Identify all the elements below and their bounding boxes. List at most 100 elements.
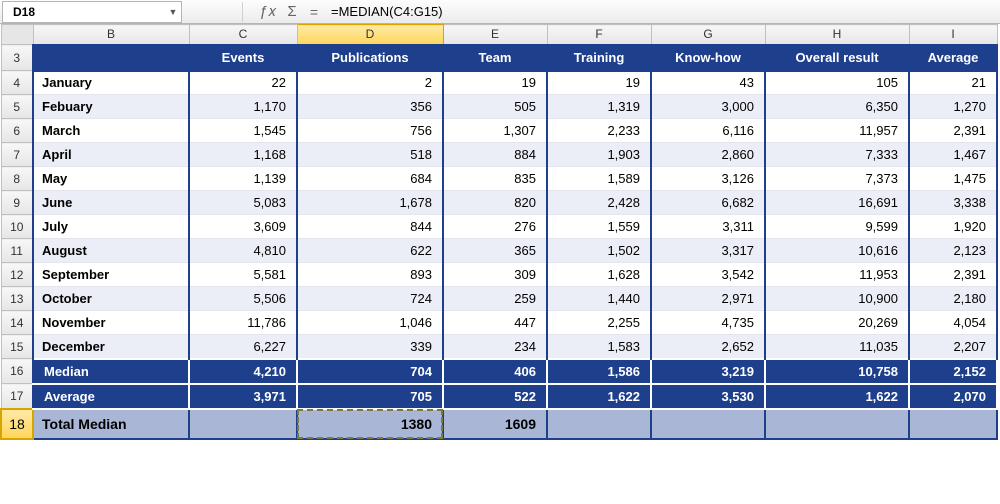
total-median-label[interactable]: Total Median [33, 409, 189, 439]
summary-label[interactable]: Average [33, 384, 189, 409]
data-cell[interactable]: 2,652 [651, 335, 765, 359]
data-cell[interactable]: 1,046 [297, 311, 443, 335]
data-cell[interactable]: 1,920 [909, 215, 997, 239]
month-cell[interactable]: Febuary [33, 95, 189, 119]
total-median-cell[interactable]: 1609 [443, 409, 547, 439]
data-cell[interactable]: 7,373 [765, 167, 909, 191]
data-cell[interactable]: 105 [765, 71, 909, 95]
row-header-17[interactable]: 17 [1, 384, 33, 409]
data-cell[interactable]: 2,391 [909, 119, 997, 143]
data-cell[interactable]: 19 [547, 71, 651, 95]
data-cell[interactable]: 4,054 [909, 311, 997, 335]
data-cell[interactable]: 684 [297, 167, 443, 191]
data-cell[interactable]: 3,317 [651, 239, 765, 263]
row-header-15[interactable]: 15 [1, 335, 33, 359]
row-header-5[interactable]: 5 [1, 95, 33, 119]
month-cell[interactable]: July [33, 215, 189, 239]
col-header-B[interactable]: B [33, 25, 189, 45]
summary-cell[interactable]: 705 [297, 384, 443, 409]
header-cell-training[interactable]: Training [547, 45, 651, 71]
summary-cell[interactable]: 2,070 [909, 384, 997, 409]
col-header-D[interactable]: D [297, 25, 443, 45]
header-cell-events[interactable]: Events [189, 45, 297, 71]
month-cell[interactable]: December [33, 335, 189, 359]
data-cell[interactable]: 884 [443, 143, 547, 167]
col-header-H[interactable]: H [765, 25, 909, 45]
data-cell[interactable]: 4,810 [189, 239, 297, 263]
month-cell[interactable]: June [33, 191, 189, 215]
row-header-8[interactable]: 8 [1, 167, 33, 191]
data-cell[interactable]: 5,506 [189, 287, 297, 311]
data-cell[interactable]: 1,440 [547, 287, 651, 311]
data-cell[interactable]: 16,691 [765, 191, 909, 215]
data-cell[interactable]: 1,168 [189, 143, 297, 167]
data-cell[interactable]: 11,786 [189, 311, 297, 335]
col-header-I[interactable]: I [909, 25, 997, 45]
data-cell[interactable]: 20,269 [765, 311, 909, 335]
data-cell[interactable]: 2,255 [547, 311, 651, 335]
month-cell[interactable]: April [33, 143, 189, 167]
row-header-12[interactable]: 12 [1, 263, 33, 287]
summary-cell[interactable]: 704 [297, 359, 443, 384]
data-cell[interactable]: 356 [297, 95, 443, 119]
summary-cell[interactable]: 1,622 [547, 384, 651, 409]
data-cell[interactable]: 1,589 [547, 167, 651, 191]
month-cell[interactable]: October [33, 287, 189, 311]
col-header-E[interactable]: E [443, 25, 547, 45]
header-cell-team[interactable]: Team [443, 45, 547, 71]
data-cell[interactable]: 518 [297, 143, 443, 167]
formula-input[interactable]: =MEDIAN(C4:G15) [327, 4, 443, 19]
data-cell[interactable]: 5,083 [189, 191, 297, 215]
data-cell[interactable]: 893 [297, 263, 443, 287]
row-header-16[interactable]: 16 [1, 359, 33, 384]
data-cell[interactable]: 820 [443, 191, 547, 215]
header-cell-knowhow[interactable]: Know-how [651, 45, 765, 71]
header-cell-blank[interactable] [33, 45, 189, 71]
data-cell[interactable]: 1,628 [547, 263, 651, 287]
data-cell[interactable]: 1,678 [297, 191, 443, 215]
month-cell[interactable]: January [33, 71, 189, 95]
data-cell[interactable]: 276 [443, 215, 547, 239]
data-cell[interactable]: 2,391 [909, 263, 997, 287]
data-cell[interactable]: 5,581 [189, 263, 297, 287]
data-cell[interactable]: 234 [443, 335, 547, 359]
data-cell[interactable]: 6,350 [765, 95, 909, 119]
month-cell[interactable]: May [33, 167, 189, 191]
data-cell[interactable]: 309 [443, 263, 547, 287]
data-cell[interactable]: 1,903 [547, 143, 651, 167]
summary-cell[interactable]: 3,219 [651, 359, 765, 384]
col-header-F[interactable]: F [547, 25, 651, 45]
summary-cell[interactable]: 1,622 [765, 384, 909, 409]
data-cell[interactable]: 1,139 [189, 167, 297, 191]
summary-cell[interactable]: 3,530 [651, 384, 765, 409]
name-box-dropdown-icon[interactable]: ▼ [165, 7, 181, 17]
data-cell[interactable]: 3,000 [651, 95, 765, 119]
data-cell[interactable]: 3,311 [651, 215, 765, 239]
data-cell[interactable]: 1,319 [547, 95, 651, 119]
data-cell[interactable]: 22 [189, 71, 297, 95]
data-cell[interactable]: 835 [443, 167, 547, 191]
total-median-cell[interactable] [651, 409, 765, 439]
data-cell[interactable]: 2,123 [909, 239, 997, 263]
data-cell[interactable]: 2,233 [547, 119, 651, 143]
data-cell[interactable]: 505 [443, 95, 547, 119]
row-header-9[interactable]: 9 [1, 191, 33, 215]
data-cell[interactable]: 1,467 [909, 143, 997, 167]
data-cell[interactable]: 10,900 [765, 287, 909, 311]
data-cell[interactable]: 365 [443, 239, 547, 263]
summary-label[interactable]: Median [33, 359, 189, 384]
row-header-6[interactable]: 6 [1, 119, 33, 143]
data-cell[interactable]: 11,957 [765, 119, 909, 143]
data-cell[interactable]: 339 [297, 335, 443, 359]
month-cell[interactable]: March [33, 119, 189, 143]
data-cell[interactable]: 1,170 [189, 95, 297, 119]
data-cell[interactable]: 1,270 [909, 95, 997, 119]
row-header-13[interactable]: 13 [1, 287, 33, 311]
month-cell[interactable]: November [33, 311, 189, 335]
data-cell[interactable]: 1,559 [547, 215, 651, 239]
data-cell[interactable]: 19 [443, 71, 547, 95]
header-cell-publications[interactable]: Publications [297, 45, 443, 71]
row-header-7[interactable]: 7 [1, 143, 33, 167]
total-median-cell-active[interactable]: 1380 [297, 409, 443, 439]
total-median-cell[interactable] [547, 409, 651, 439]
